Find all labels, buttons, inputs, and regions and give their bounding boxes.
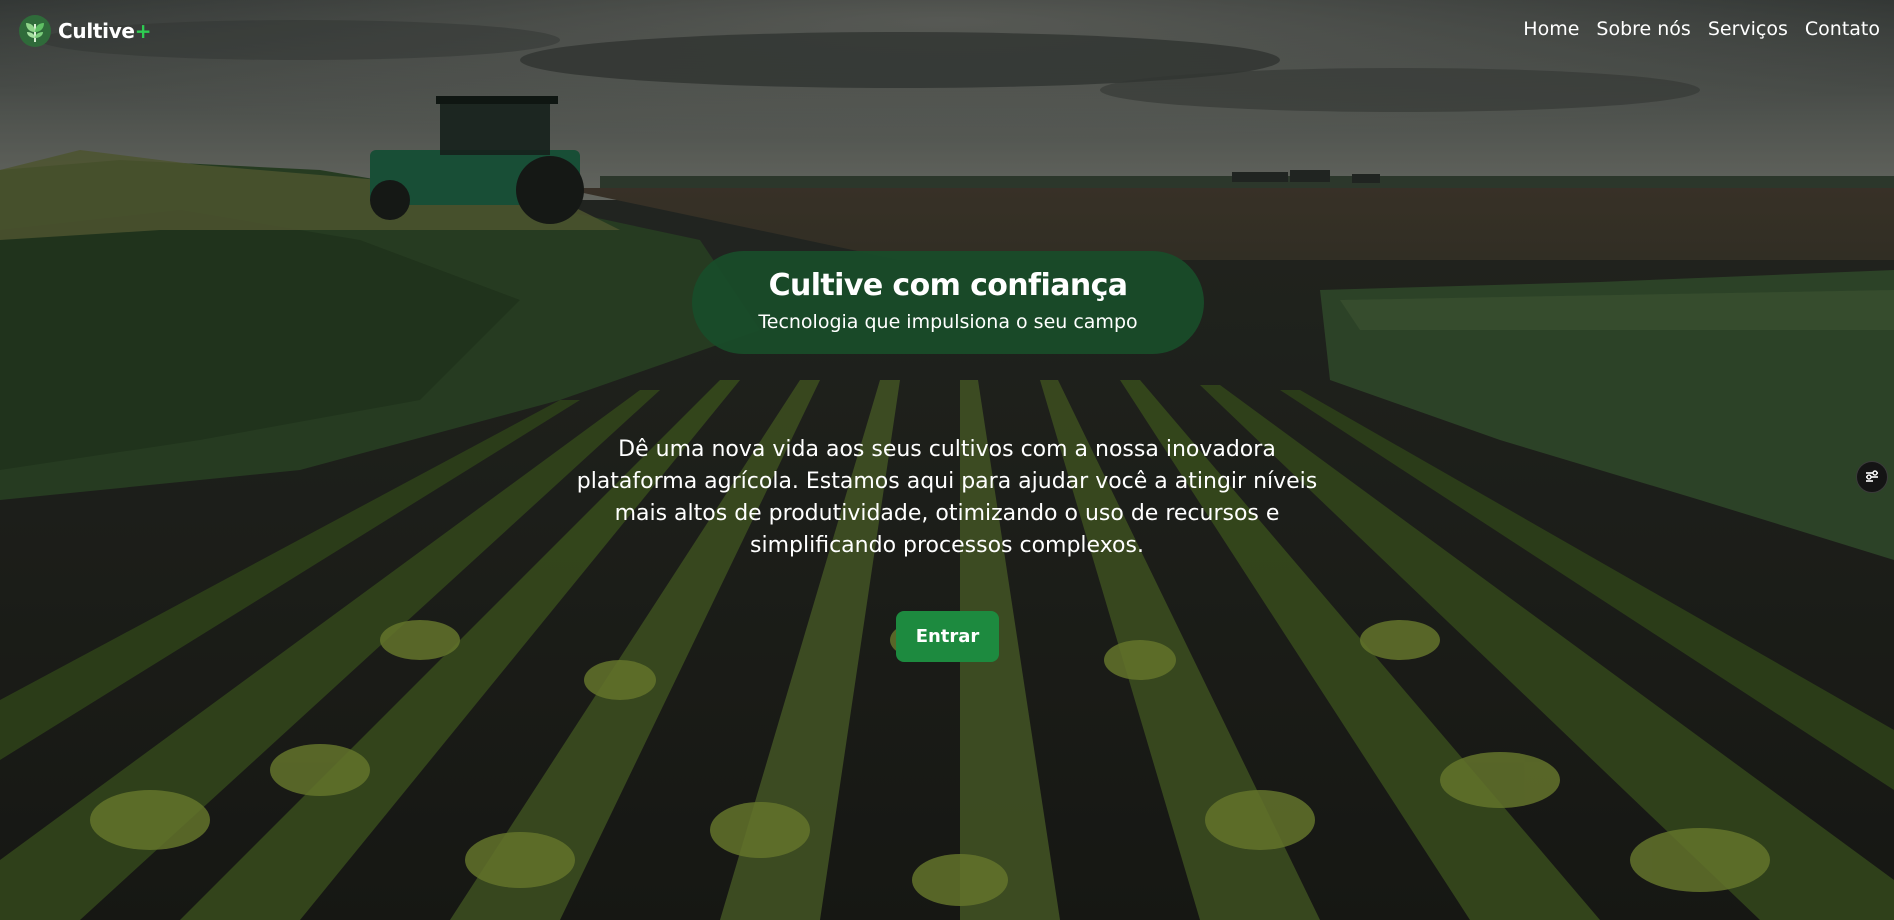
enter-button[interactable]: Entrar	[896, 611, 999, 662]
hero-title: Cultive com confiança	[768, 268, 1128, 303]
navbar: Cultive + Home Sobre nós Serviços Contat…	[0, 0, 1894, 64]
accessibility-widget-button[interactable]	[1856, 461, 1888, 493]
nav-menu: Home Sobre nós Serviços Contato	[1523, 18, 1880, 40]
hero-subtitle: Tecnologia que impulsiona o seu campo	[758, 311, 1138, 333]
brand-logo[interactable]: Cultive +	[18, 13, 151, 49]
nav-link-contato[interactable]: Contato	[1805, 18, 1880, 40]
hero-title-pill: Cultive com confiança Tecnologia que imp…	[692, 251, 1204, 354]
nav-link-home[interactable]: Home	[1523, 18, 1579, 40]
sliders-toggle-icon	[1866, 470, 1878, 482]
brand-name: Cultive	[58, 19, 135, 43]
nav-link-sobre-nos[interactable]: Sobre nós	[1596, 18, 1690, 40]
hero-section: Cultive + Home Sobre nós Serviços Contat…	[0, 0, 1894, 920]
nav-link-servicos[interactable]: Serviços	[1708, 18, 1788, 40]
leaf-sprout-icon	[19, 15, 51, 47]
brand-plus-mark: +	[134, 19, 152, 43]
hero-description: Dê uma nova vida aos seus cultivos com a…	[576, 437, 1318, 558]
